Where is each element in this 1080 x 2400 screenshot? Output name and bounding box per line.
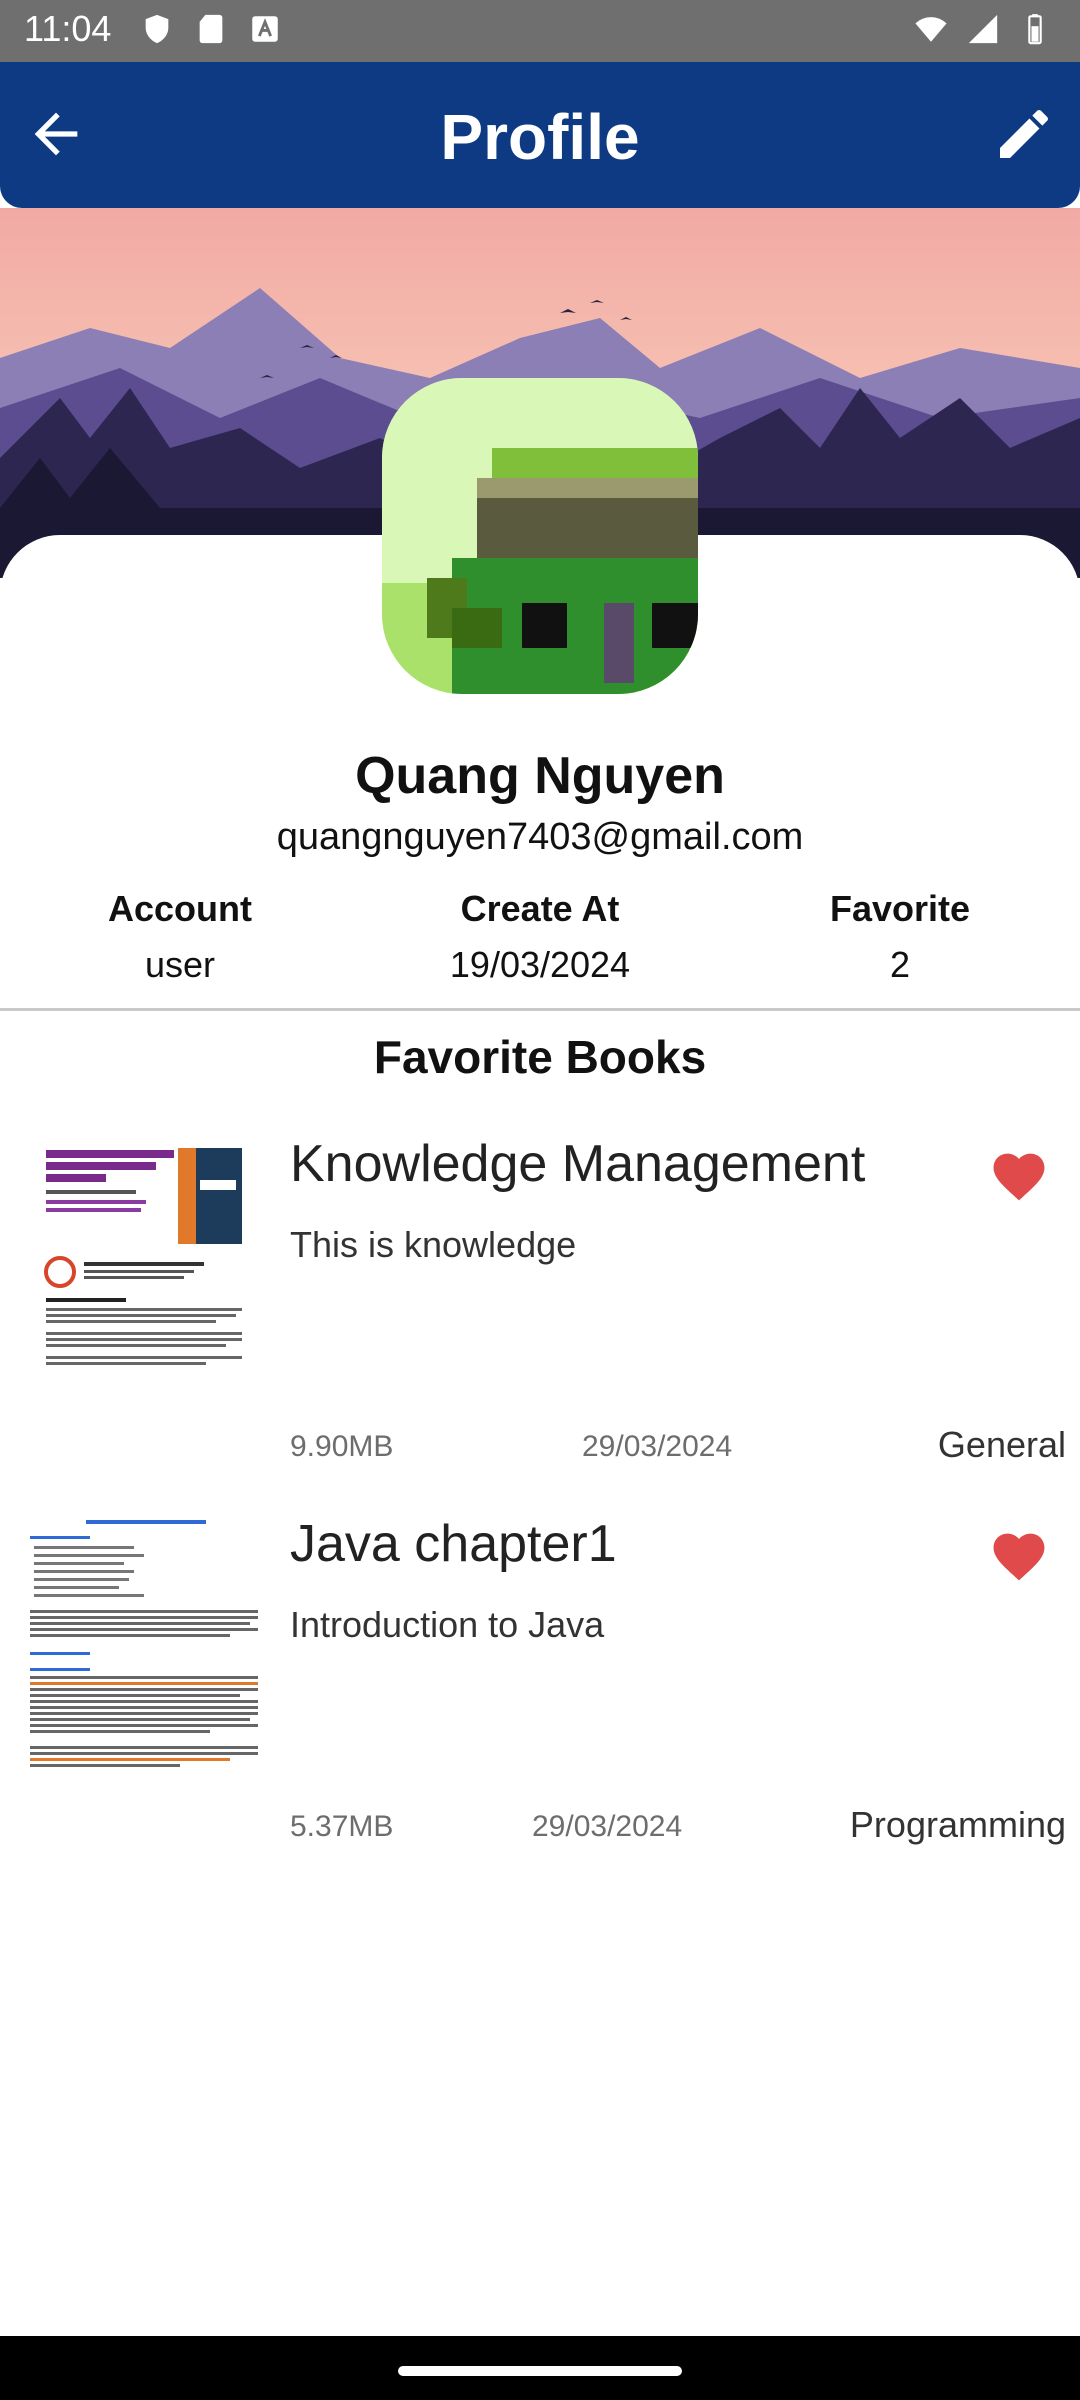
wifi-icon (915, 17, 947, 42)
favorite-heart-icon[interactable] (988, 1526, 1050, 1582)
battery-icon (1028, 14, 1042, 45)
sd-card-icon (199, 14, 223, 44)
book-list-item[interactable]: Java chapter1 Introduction to Java 5.37M… (0, 1500, 1080, 1860)
page-title: Profile (440, 101, 640, 173)
book-description: Introduction to Java (290, 1604, 605, 1645)
notification-icons (140, 12, 282, 46)
stat-value: 2 (889, 944, 911, 985)
stat-favorite: Favorite 2 (750, 888, 1050, 986)
system-icons (914, 12, 1052, 46)
home-gesture-handle[interactable] (398, 2366, 682, 2376)
font-icon (252, 16, 278, 42)
stat-value: user (144, 944, 216, 985)
book-size: 5.37MB (290, 1810, 394, 1843)
favorite-books-heading: Favorite Books (373, 1031, 707, 1083)
book-description: This is knowledge (290, 1224, 577, 1265)
profile-email: quangnguyen7403@gmail.com (276, 816, 804, 858)
shield-icon (145, 14, 169, 44)
book-list-item[interactable]: Knowledge Management This is knowledge 9… (0, 1120, 1080, 1480)
divider (0, 1008, 1080, 1011)
profile-name: Quang Nguyen (355, 747, 725, 805)
book-date: 29/03/2024 (532, 1810, 683, 1843)
book-title: Knowledge Management (290, 1135, 866, 1193)
favorite-heart-icon[interactable] (988, 1146, 1050, 1202)
book-category: Programming (849, 1804, 1066, 1845)
status-bar: 11:04 (0, 0, 1080, 62)
stat-label: Create At (460, 888, 620, 929)
book-size: 9.90MB (290, 1430, 394, 1463)
status-time: 11:04 (24, 8, 112, 49)
book-title: Java chapter1 (290, 1515, 617, 1573)
stat-label: Account (108, 888, 252, 929)
profile-stats: Account user Create At 19/03/2024 Favori… (0, 888, 1080, 998)
app-bar: Profile (0, 62, 1080, 208)
book-cover-thumbnail (26, 1140, 262, 1430)
stat-label: Favorite (829, 888, 971, 929)
signal-icon (968, 14, 998, 44)
edit-pencil-icon[interactable] (992, 102, 1056, 166)
book-date: 29/03/2024 (582, 1430, 733, 1463)
avatar[interactable] (382, 378, 698, 694)
stat-value: 19/03/2024 (449, 944, 631, 985)
book-cover-thumbnail (26, 1516, 262, 1806)
book-category: General (937, 1424, 1066, 1465)
stat-account: Account user (30, 888, 330, 986)
stat-create-at: Create At 19/03/2024 (390, 888, 690, 986)
